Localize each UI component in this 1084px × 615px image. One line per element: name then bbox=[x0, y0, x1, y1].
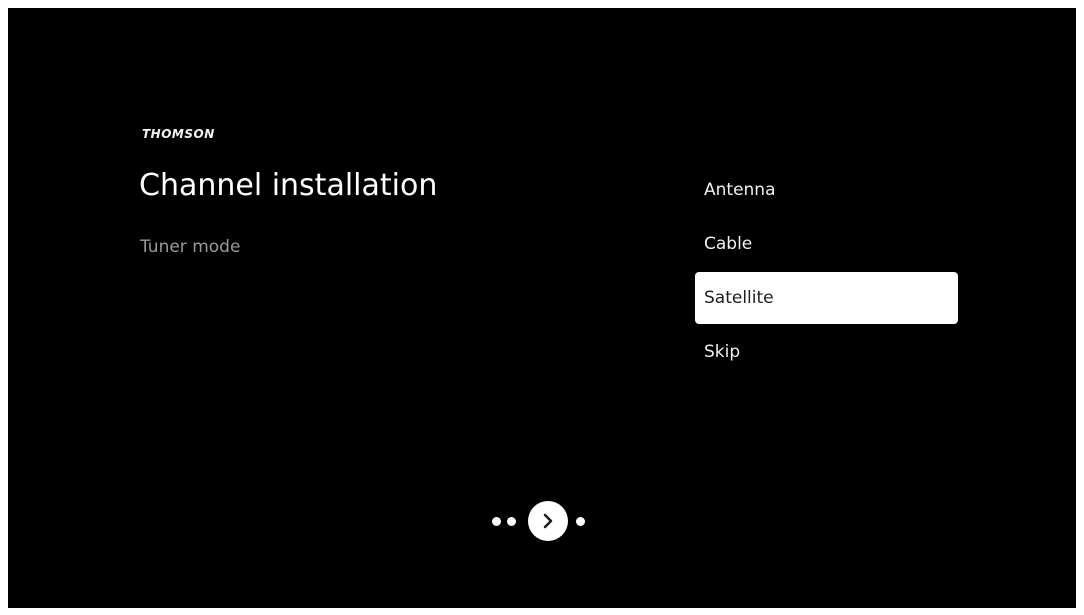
option-label: Skip bbox=[704, 342, 741, 362]
step-pager bbox=[492, 501, 585, 541]
chevron-right-icon bbox=[543, 513, 553, 529]
option-skip[interactable]: Skip bbox=[695, 326, 958, 378]
step-dot-2 bbox=[507, 516, 516, 526]
step-dot-1 bbox=[492, 516, 501, 526]
page-title: Channel installation bbox=[139, 168, 438, 203]
option-antenna[interactable]: Antenna bbox=[695, 164, 958, 216]
step-dot-4 bbox=[576, 516, 585, 526]
brand-logo: THOMSON bbox=[142, 127, 215, 141]
option-label: Cable bbox=[704, 234, 753, 254]
option-cable[interactable]: Cable bbox=[695, 218, 958, 270]
tv-screen: THOMSON Channel installation Tuner mode … bbox=[8, 8, 1076, 608]
option-label: Satellite bbox=[704, 288, 774, 308]
tuner-mode-options: Antenna Cable Satellite Skip bbox=[695, 164, 958, 380]
option-satellite[interactable]: Satellite bbox=[695, 272, 958, 324]
page-subtitle: Tuner mode bbox=[140, 237, 241, 257]
option-label: Antenna bbox=[704, 180, 776, 200]
next-button[interactable] bbox=[528, 501, 568, 541]
